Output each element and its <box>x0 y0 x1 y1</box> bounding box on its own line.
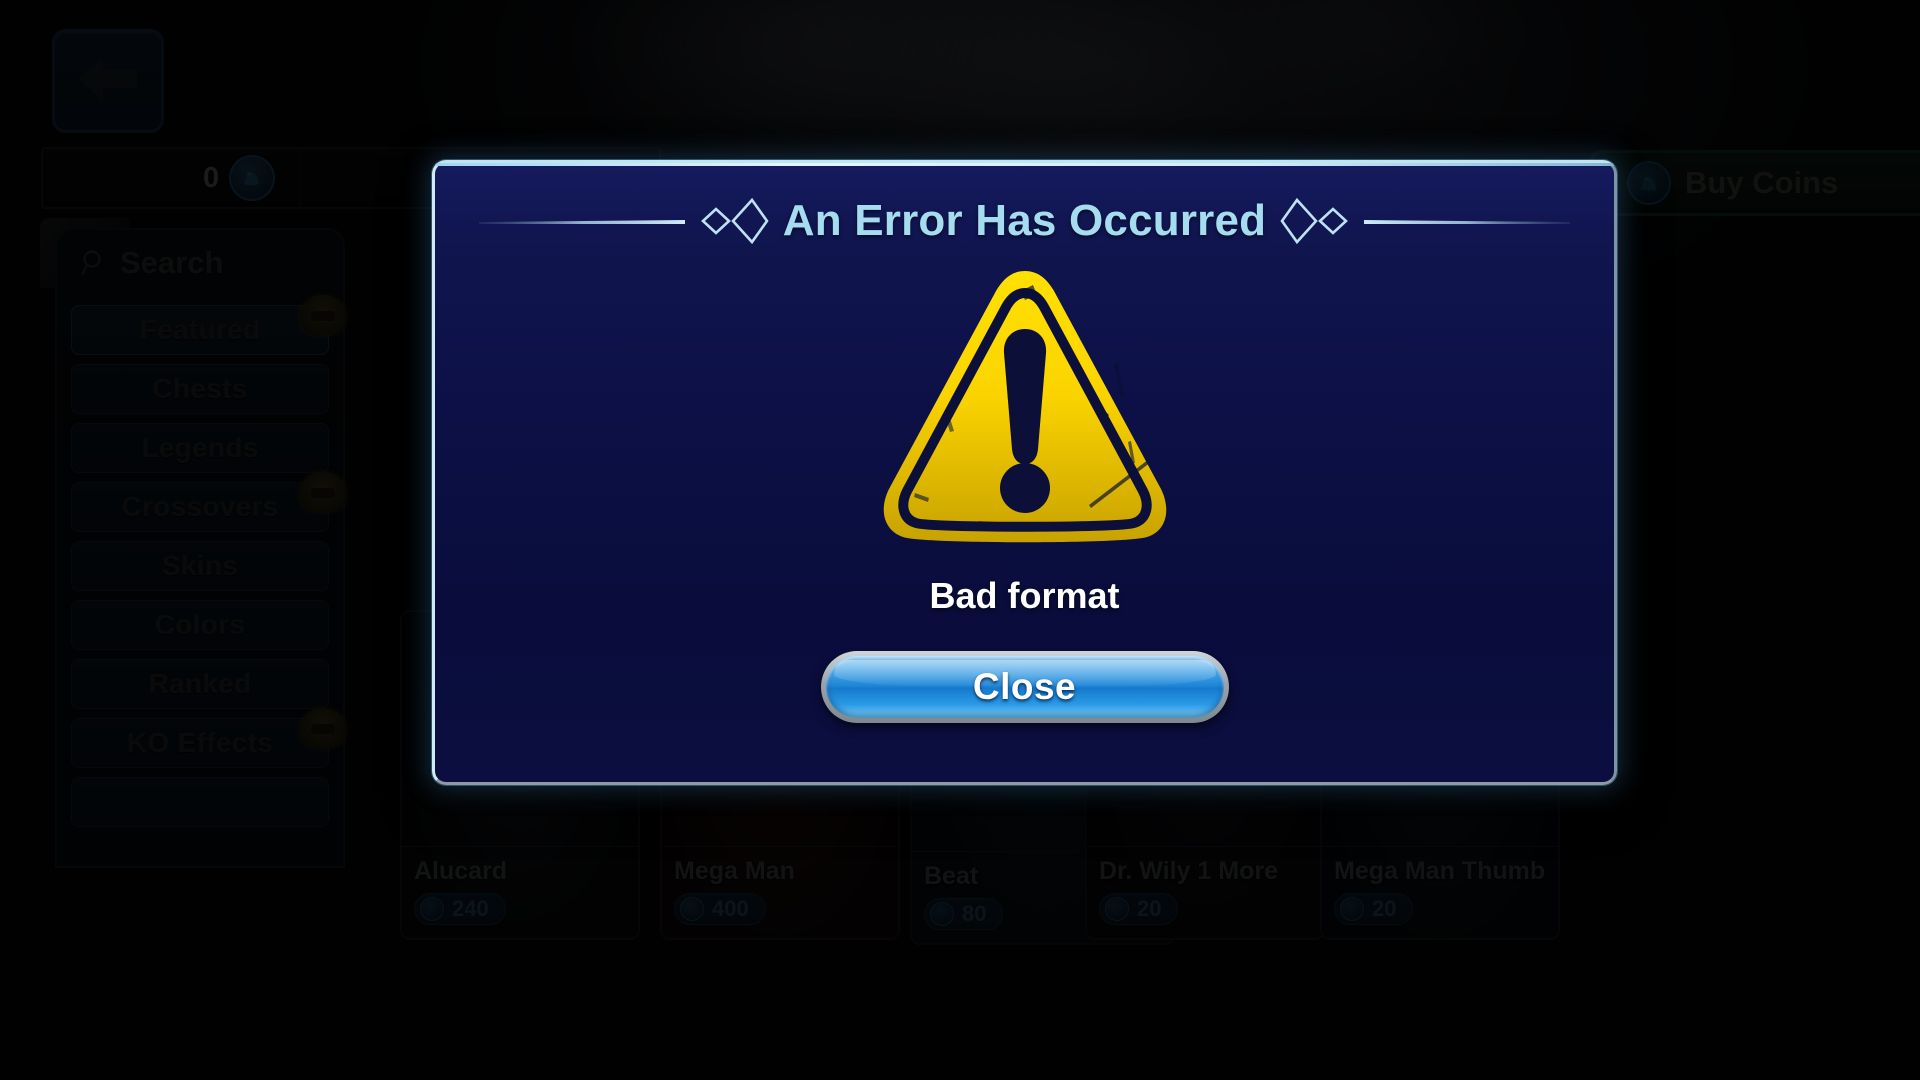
modal-layer: An Error Has Occurred Bad format Close <box>0 0 1920 1080</box>
close-button[interactable]: Close <box>820 651 1229 723</box>
title-ornament-right-icon <box>1280 197 1571 245</box>
close-button-label: Close <box>972 666 1077 707</box>
warning-triangle-icon <box>875 263 1175 560</box>
error-dialog: An Error Has Occurred Bad format Close <box>432 160 1617 785</box>
dialog-title-row: An Error Has Occurred <box>475 193 1574 249</box>
title-ornament-left-icon <box>478 197 769 245</box>
error-message: Bad format <box>929 575 1120 616</box>
dialog-title: An Error Has Occurred <box>782 196 1267 245</box>
warning-icon-wrapper <box>435 263 1614 560</box>
close-button-inner: Close <box>825 656 1224 718</box>
